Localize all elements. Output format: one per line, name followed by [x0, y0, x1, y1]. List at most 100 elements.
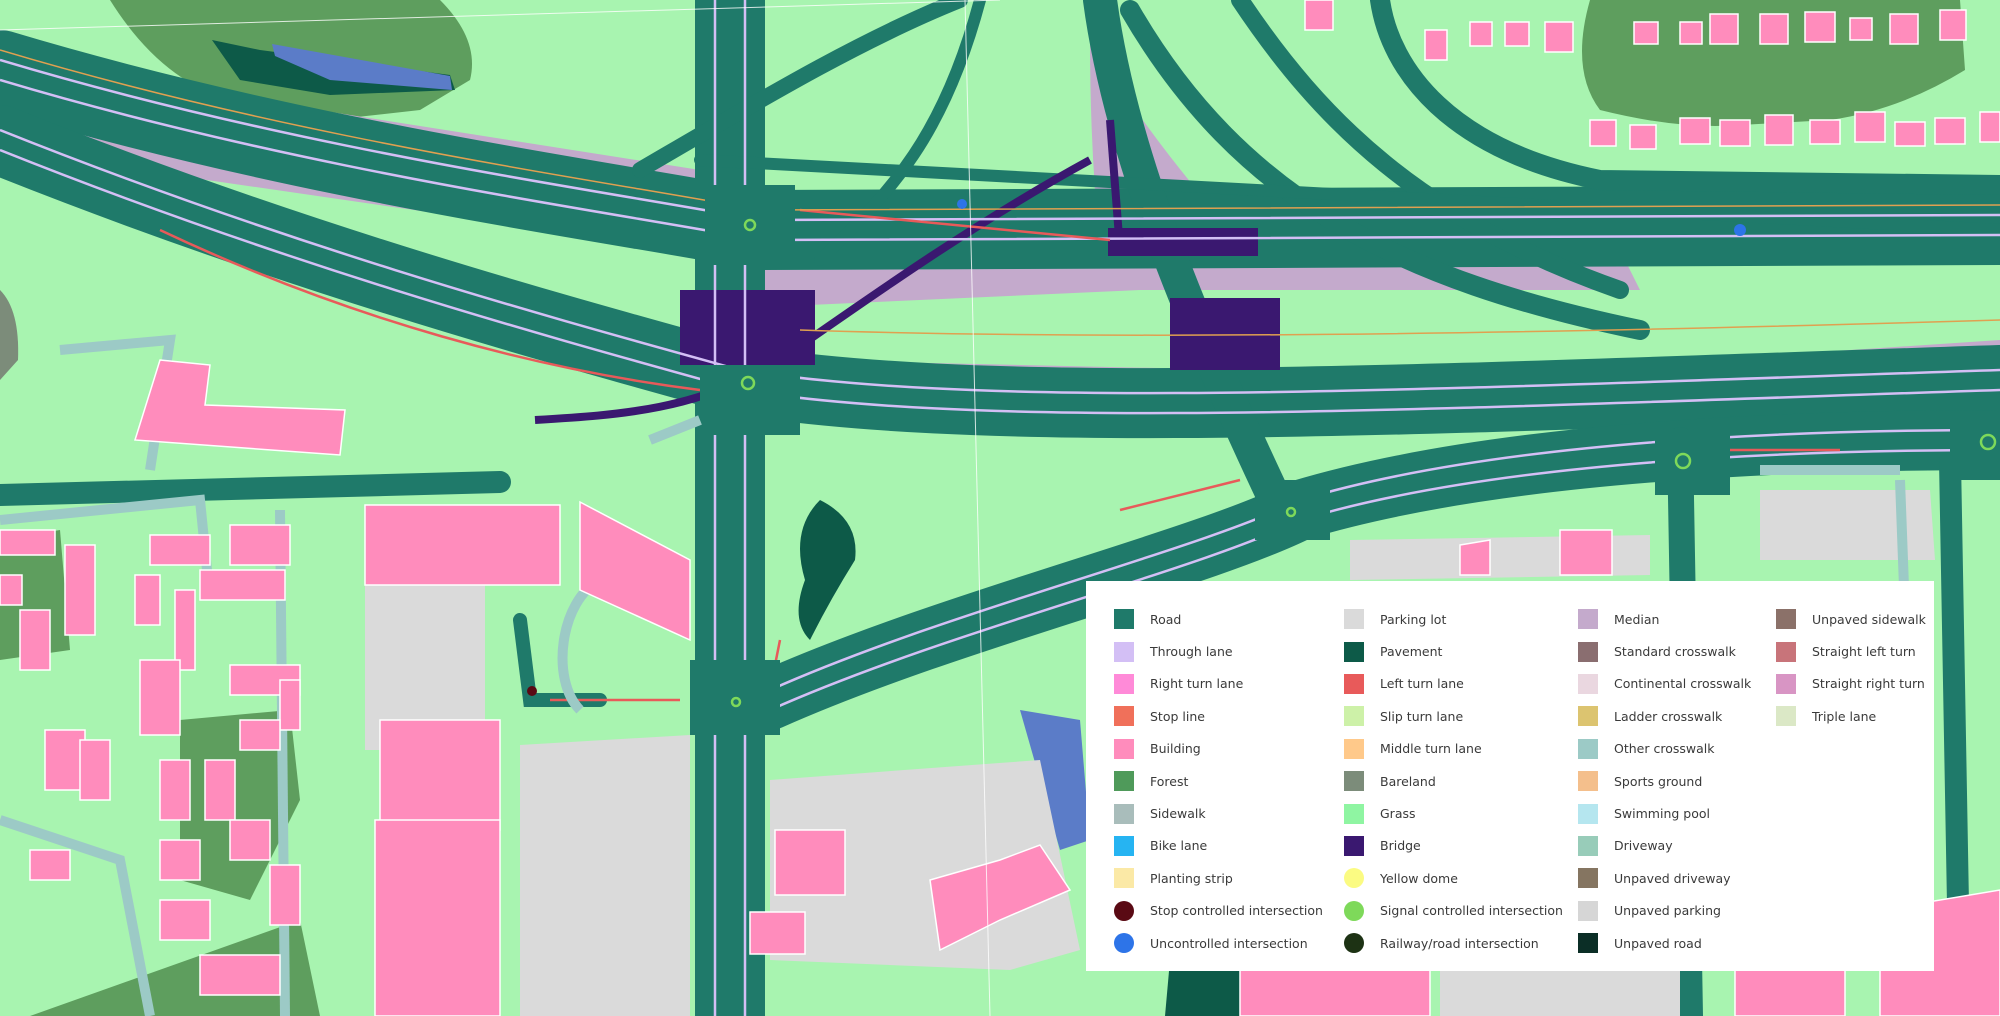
legend-item: Middle turn lane	[1344, 733, 1563, 765]
legend-item: Other crosswalk	[1578, 733, 1751, 765]
legend-label: Pavement	[1380, 644, 1443, 660]
legend-label: Bareland	[1380, 773, 1436, 789]
map-legend: Road Through lane Right turn lane Stop line…	[1086, 581, 1934, 971]
legend-label: Right turn lane	[1150, 676, 1244, 692]
legend-item: Signal controlled intersection	[1344, 895, 1563, 927]
legend-label: Through lane	[1150, 644, 1233, 660]
legend-label: Railway/road intersection	[1380, 935, 1539, 951]
legend-label: Unpaved driveway	[1614, 870, 1731, 886]
legend-swatch	[1344, 673, 1364, 694]
legend-swatch	[1344, 609, 1364, 630]
legend-swatch	[1578, 900, 1598, 921]
legend-label: Stop line	[1150, 708, 1205, 724]
legend-label: Road	[1150, 611, 1182, 627]
legend-label: Building	[1150, 741, 1201, 757]
legend-item: Unpaved parking	[1578, 895, 1751, 927]
legend-swatch	[1344, 803, 1364, 824]
legend-swatch	[1114, 803, 1134, 824]
legend-swatch	[1776, 641, 1796, 662]
legend-item: Grass	[1344, 797, 1563, 829]
legend-item: Continental crosswalk	[1578, 668, 1751, 700]
legend-label: Middle turn lane	[1380, 741, 1482, 757]
legend-item: Unpaved road	[1578, 927, 1751, 959]
stop-controlled-intersection	[527, 686, 537, 696]
legend-label: Sidewalk	[1150, 806, 1206, 822]
legend-label: Continental crosswalk	[1614, 676, 1752, 692]
legend-label: Left turn lane	[1380, 676, 1464, 692]
legend-swatch	[1578, 673, 1598, 694]
legend-swatch	[1776, 609, 1796, 630]
legend-swatch	[1114, 609, 1134, 630]
legend-label: Swimming pool	[1614, 806, 1710, 822]
legend-swatch	[1344, 835, 1364, 856]
legend-swatch	[1578, 706, 1598, 727]
legend-item: Swimming pool	[1578, 797, 1751, 829]
legend-item: Bareland	[1344, 765, 1563, 797]
legend-label: Bridge	[1380, 838, 1421, 854]
legend-item: Straight left turn	[1776, 635, 1926, 667]
legend-swatch	[1114, 673, 1134, 694]
legend-item: Stop line	[1114, 700, 1323, 732]
legend-swatch	[1578, 641, 1598, 662]
legend-item: Yellow dome	[1344, 862, 1563, 894]
legend-label: Straight right turn	[1812, 676, 1925, 692]
legend-swatch	[1578, 738, 1598, 759]
legend-label: Parking lot	[1380, 611, 1447, 627]
legend-swatch	[1344, 900, 1364, 921]
legend-swatch	[1344, 738, 1364, 759]
legend-label: Driveway	[1614, 838, 1673, 854]
legend-item: Ladder crosswalk	[1578, 700, 1751, 732]
legend-column: Road Through lane Right turn lane Stop line…	[1114, 603, 1323, 959]
legend-label: Unpaved parking	[1614, 903, 1721, 919]
legend-label: Ladder crosswalk	[1614, 708, 1723, 724]
legend-item: Triple lane	[1776, 700, 1926, 732]
legend-item: Building	[1114, 733, 1323, 765]
legend-swatch	[1776, 673, 1796, 694]
legend-item: Right turn lane	[1114, 668, 1323, 700]
legend-label: Forest	[1150, 773, 1189, 789]
legend-item: Pavement	[1344, 635, 1563, 667]
legend-item: Road	[1114, 603, 1323, 635]
legend-swatch	[1776, 706, 1796, 727]
legend-item: Railway/road intersection	[1344, 927, 1563, 959]
legend-swatch	[1114, 706, 1134, 727]
legend-item: Slip turn lane	[1344, 700, 1563, 732]
legend-item: Left turn lane	[1344, 668, 1563, 700]
legend-label: Bike lane	[1150, 838, 1208, 854]
legend-item: Uncontrolled intersection	[1114, 927, 1323, 959]
legend-item: Driveway	[1578, 830, 1751, 862]
legend-label: Planting strip	[1150, 870, 1233, 886]
bridge-deck	[1108, 228, 1258, 256]
legend-label: Other crosswalk	[1614, 741, 1715, 757]
legend-item: Bike lane	[1114, 830, 1323, 862]
legend-swatch	[1344, 641, 1364, 662]
legend-label: Signal controlled intersection	[1380, 903, 1563, 919]
legend-swatch	[1114, 771, 1134, 792]
legend-item: Parking lot	[1344, 603, 1563, 635]
legend-column: Median Standard crosswalk Continental cros…	[1578, 603, 1751, 959]
legend-item: Unpaved driveway	[1578, 862, 1751, 894]
bridge-deck	[680, 290, 815, 365]
legend-item: Sports ground	[1578, 765, 1751, 797]
legend-item: Bridge	[1344, 830, 1563, 862]
legend-item: Standard crosswalk	[1578, 635, 1751, 667]
legend-label: Stop controlled intersection	[1150, 903, 1323, 919]
legend-item: Planting strip	[1114, 862, 1323, 894]
legend-swatch	[1578, 771, 1598, 792]
legend-swatch	[1344, 868, 1364, 889]
legend-swatch	[1578, 933, 1598, 954]
legend-swatch	[1344, 706, 1364, 727]
legend-swatch	[1578, 868, 1598, 889]
legend-swatch	[1578, 835, 1598, 856]
legend-swatch	[1114, 641, 1134, 662]
legend-item: Straight right turn	[1776, 668, 1926, 700]
legend-item: Forest	[1114, 765, 1323, 797]
legend-column: Unpaved sidewalk Straight left turn Straig…	[1776, 603, 1926, 733]
legend-swatch	[1578, 803, 1598, 824]
legend-label: Unpaved road	[1614, 935, 1702, 951]
legend-label: Slip turn lane	[1380, 708, 1464, 724]
legend-label: Grass	[1380, 806, 1416, 822]
legend-swatch	[1114, 738, 1134, 759]
legend-item: Unpaved sidewalk	[1776, 603, 1926, 635]
legend-label: Sports ground	[1614, 773, 1703, 789]
